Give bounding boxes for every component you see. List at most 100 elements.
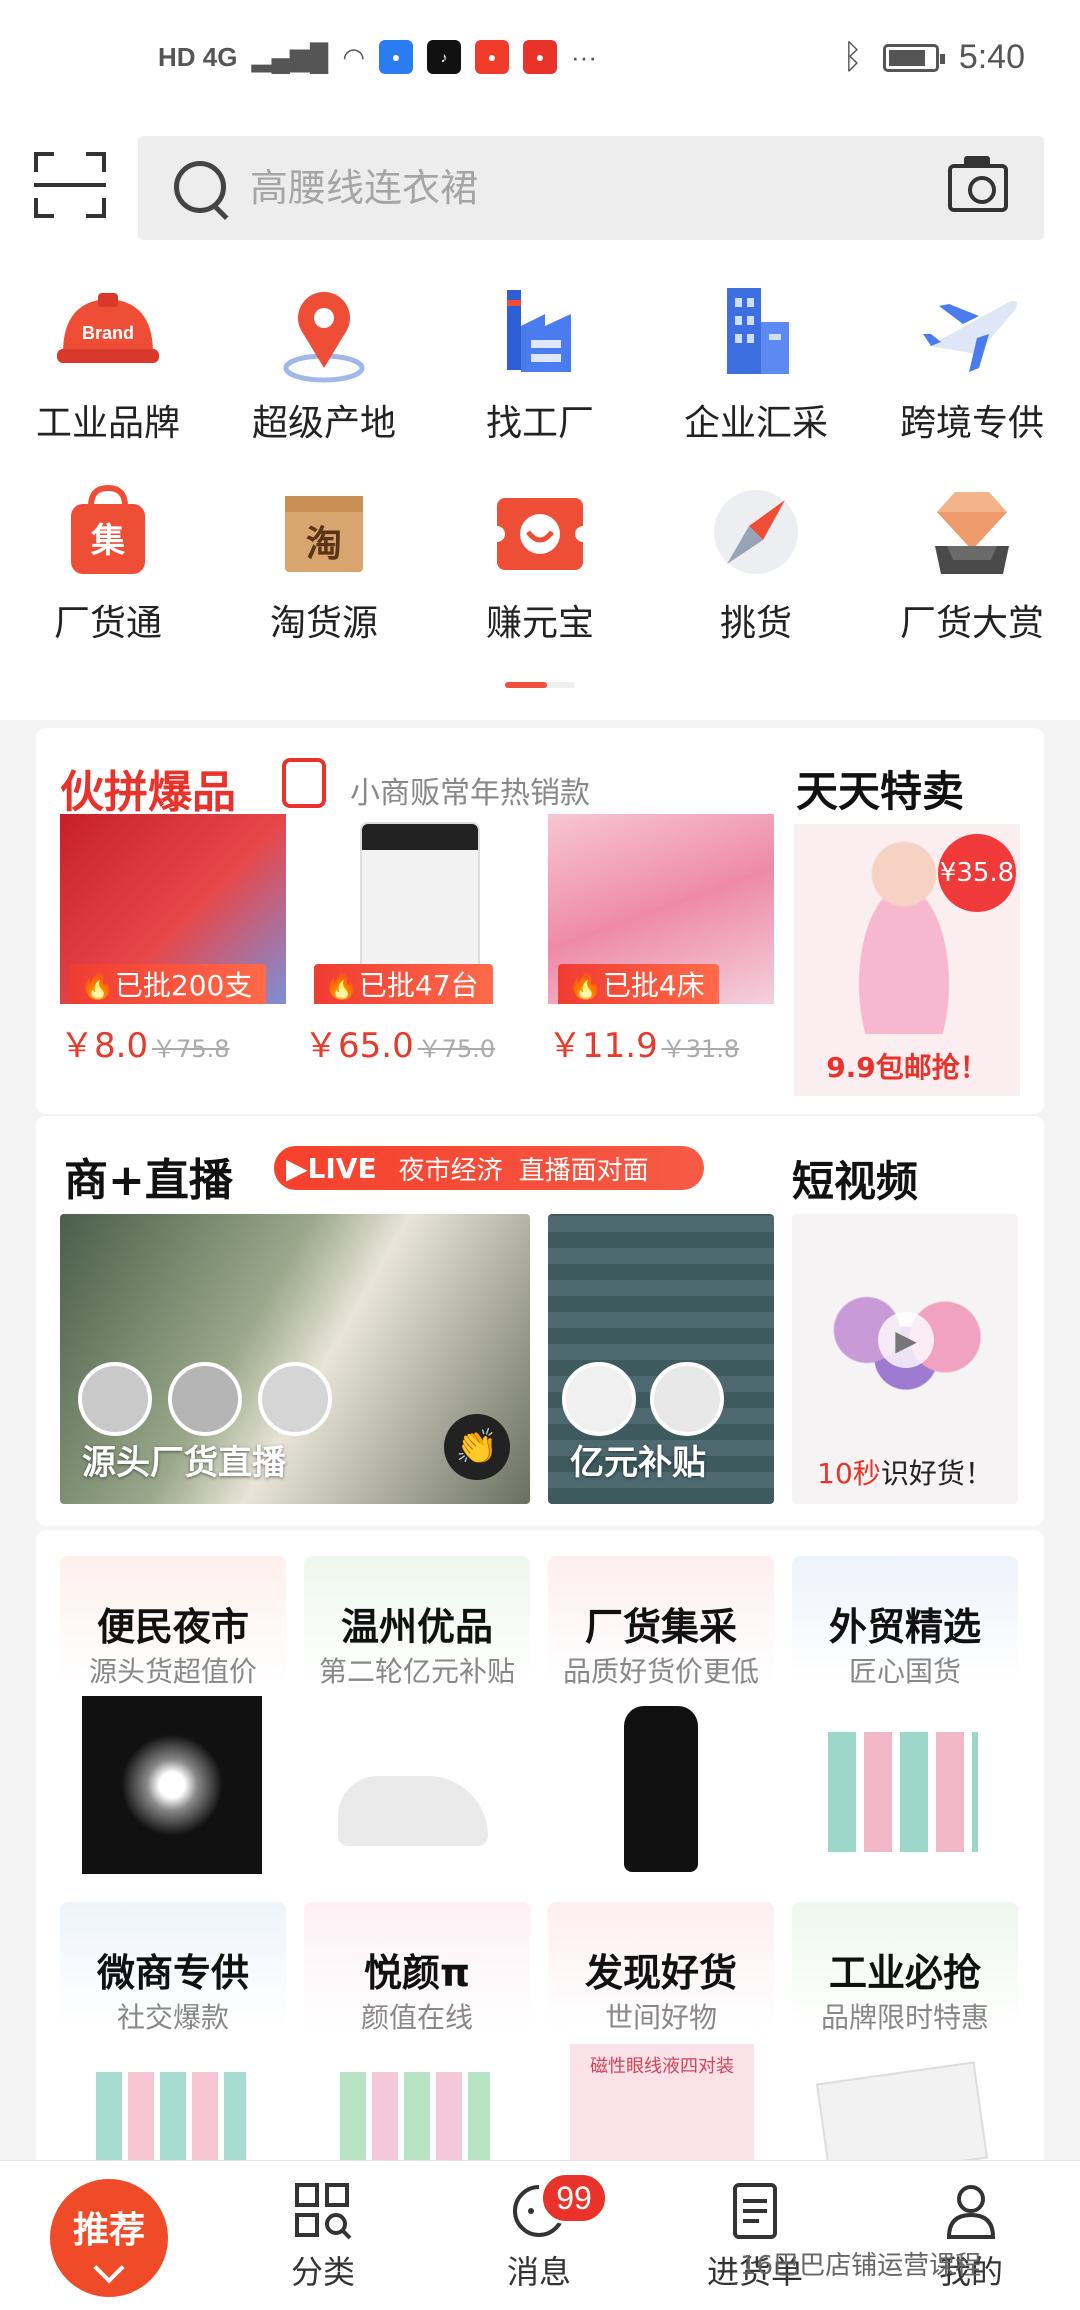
channel-title: 温州优品 bbox=[340, 1605, 493, 1649]
channel-subtitle: 品牌限时特惠 bbox=[820, 2001, 989, 2034]
bottom-nav: 推荐 分类 消息 进货单 我的 bbox=[0, 2160, 1080, 2310]
channel-title: 厂货集采 bbox=[584, 1605, 737, 1649]
search-input[interactable] bbox=[250, 166, 890, 210]
more-notifications-icon: ··· bbox=[571, 41, 597, 72]
shopping-bag-icon: 集 bbox=[53, 476, 163, 586]
category-item-find-factory[interactable]: 找工厂 bbox=[437, 276, 643, 446]
box-icon: 淘 bbox=[269, 476, 379, 586]
category-item-pick-goods[interactable]: 挑货 bbox=[653, 476, 859, 646]
product-image: 🔥 已批47台 bbox=[304, 814, 530, 1004]
short-video-title[interactable]: 短视频 bbox=[792, 1148, 918, 1209]
eyeliner-image: 磁性眼线液四对装 bbox=[570, 2044, 754, 2170]
channel-tile-factory-collection[interactable]: 厂货集采 品质好货价更低 bbox=[548, 1556, 774, 1876]
live-title[interactable]: 商+直播 bbox=[64, 1144, 233, 1208]
nav-recommend-label: 推荐 bbox=[72, 2210, 145, 2251]
short-video-tile[interactable]: ▶ 10秒识好货！ bbox=[792, 1214, 1018, 1504]
category-item-earn-yuanbao[interactable]: 赚元宝 bbox=[437, 476, 643, 646]
status-time: 5:40 bbox=[958, 38, 1025, 76]
channel-subtitle: 品质好货价更低 bbox=[562, 1655, 759, 1688]
product-image bbox=[340, 2072, 490, 2170]
channel-tile-wenzhou[interactable]: 温州优品 第二轮亿元补贴 bbox=[304, 1556, 530, 1876]
product-image bbox=[82, 1696, 262, 1874]
product-price: ￥11.9 ￥31.8 bbox=[548, 1026, 740, 1066]
category-item-cross-border[interactable]: 跨境专供 bbox=[869, 276, 1075, 446]
product-card[interactable]: 🔥 已批4床 ￥11.9 ￥31.8 bbox=[548, 814, 774, 1067]
short-video-caption: 10秒识好货！ bbox=[817, 1457, 993, 1490]
eyeliner-label: 磁性眼线液四对装 bbox=[590, 2056, 734, 2077]
grid-icon bbox=[293, 2181, 353, 2241]
channel-subtitle: 社交爆款 bbox=[116, 2001, 229, 2034]
camera-icon[interactable] bbox=[948, 156, 1008, 212]
status-bar: HD 4G ▂▄▆█ ◠ ● ♪ ● ● ··· ᛒ 5:40 bbox=[0, 0, 1080, 120]
product-card[interactable]: 🔥 已批47台 ￥65.0 ￥75.0 bbox=[304, 814, 530, 1067]
search-bar[interactable] bbox=[138, 136, 1044, 240]
channel-subtitle: 颜值在线 bbox=[360, 2001, 473, 2034]
channel-title: 便民夜市 bbox=[96, 1605, 249, 1649]
avatar bbox=[168, 1362, 242, 1436]
app-notification-icon: ● bbox=[379, 40, 413, 74]
live-badge[interactable]: ▶LIVE 夜市经济 直播面对面 bbox=[274, 1146, 704, 1190]
box-icon-text: 淘 bbox=[306, 524, 342, 565]
toutiao-icon: ● bbox=[523, 40, 557, 74]
category-item-factory-pass[interactable]: 集 厂货通 bbox=[5, 476, 211, 646]
live-tile-subsidy[interactable]: 亿元补贴 bbox=[548, 1214, 774, 1504]
fire-icon: 🔥 bbox=[324, 967, 359, 1001]
channel-title: 外贸精选 bbox=[828, 1605, 981, 1649]
coupon-icon bbox=[485, 476, 595, 586]
product-price: ￥65.0 ￥75.0 bbox=[304, 1026, 496, 1066]
price-badge: ¥35.8 bbox=[938, 834, 1016, 912]
watermark: 16巴巴店铺运营课程 bbox=[740, 2251, 982, 2281]
play-icon[interactable]: ▶ bbox=[878, 1312, 934, 1368]
scan-icon[interactable] bbox=[34, 152, 106, 218]
page-indicator bbox=[505, 682, 575, 688]
wifi-icon: ◠ bbox=[342, 41, 365, 72]
category-item-super-origin[interactable]: 超级产地 bbox=[221, 276, 427, 446]
channel-tile-foreign-trade[interactable]: 外贸精选 匠心国货 bbox=[792, 1556, 1018, 1876]
status-icons-right: ᛒ 5:40 bbox=[842, 38, 1025, 77]
batch-tag: 🔥 已批200支 bbox=[70, 964, 267, 1004]
daily-sale-product[interactable]: ¥35.8 9.9包邮抢！ bbox=[794, 824, 1020, 1096]
compass-icon bbox=[701, 476, 811, 586]
product-card[interactable]: 🔥 已批200支 ￥8.0 ￥75.8 bbox=[60, 814, 286, 1067]
daily-sale-promo: 9.9包邮抢！ bbox=[826, 1051, 988, 1084]
nav-category[interactable]: 分类 bbox=[248, 2181, 398, 2293]
group-buy-card: 伙拼爆品 小商贩常年热销款 天天特卖 🔥 已批200支 ￥8.0 ￥75.8 🔥 已批… bbox=[36, 728, 1044, 1114]
category-item-enterprise-purchase[interactable]: 企业汇采 bbox=[653, 276, 859, 446]
fire-icon: 🔥 bbox=[80, 967, 115, 1001]
bluetooth-icon: ᛒ bbox=[842, 38, 863, 76]
network-indicator: HD 4G bbox=[158, 41, 238, 72]
group-buy-title[interactable]: 伙拼爆品 bbox=[60, 756, 236, 820]
avatar bbox=[562, 1362, 636, 1436]
brand-helmet-icon: Brand bbox=[53, 276, 163, 386]
dress-image bbox=[624, 1706, 698, 1872]
lipbalm-image bbox=[828, 1732, 978, 1852]
user-icon bbox=[941, 2181, 1001, 2241]
live-tile-label: 源头厂货直播 bbox=[82, 1443, 286, 1483]
category-item-factory-award[interactable]: 厂货大赏 bbox=[869, 476, 1075, 646]
product-image bbox=[96, 2072, 246, 2170]
category-label: 淘货源 bbox=[269, 603, 378, 644]
daily-sale-title[interactable]: 天天特卖 bbox=[796, 758, 964, 819]
signal-icon: ▂▄▆█ bbox=[251, 41, 329, 72]
category-label: 厂货大赏 bbox=[899, 603, 1044, 644]
group-buy-subtitle: 小商贩常年热销款 bbox=[350, 776, 590, 811]
nav-messages-label: 消息 bbox=[506, 2253, 571, 2291]
bag-icon-text: 集 bbox=[90, 521, 125, 561]
channel-tile-night-market[interactable]: 便民夜市 源头货超值价 bbox=[60, 1556, 286, 1876]
avatar bbox=[78, 1362, 152, 1436]
category-label: 企业汇采 bbox=[683, 403, 828, 444]
nav-recommend-button[interactable]: 推荐 bbox=[50, 2179, 168, 2297]
category-item-tao-source[interactable]: 淘 淘货源 bbox=[221, 476, 427, 646]
avatar bbox=[258, 1362, 332, 1436]
chevron-down-icon bbox=[93, 2252, 125, 2284]
product-image: 🔥 已批200支 bbox=[60, 814, 286, 1004]
live-badge-label: ▶LIVE bbox=[286, 1151, 377, 1185]
messages-badge: 99 bbox=[540, 2172, 608, 2224]
live-tile-factory[interactable]: 👏 源头厂货直播 bbox=[60, 1214, 530, 1504]
category-item-industrial-brand[interactable]: Brand 工业品牌 bbox=[5, 276, 211, 446]
category-label: 超级产地 bbox=[251, 403, 396, 444]
battery-icon bbox=[882, 43, 945, 72]
nav-category-label: 分类 bbox=[290, 2253, 355, 2291]
category-label: 找工厂 bbox=[485, 403, 594, 444]
search-icon bbox=[172, 159, 230, 217]
